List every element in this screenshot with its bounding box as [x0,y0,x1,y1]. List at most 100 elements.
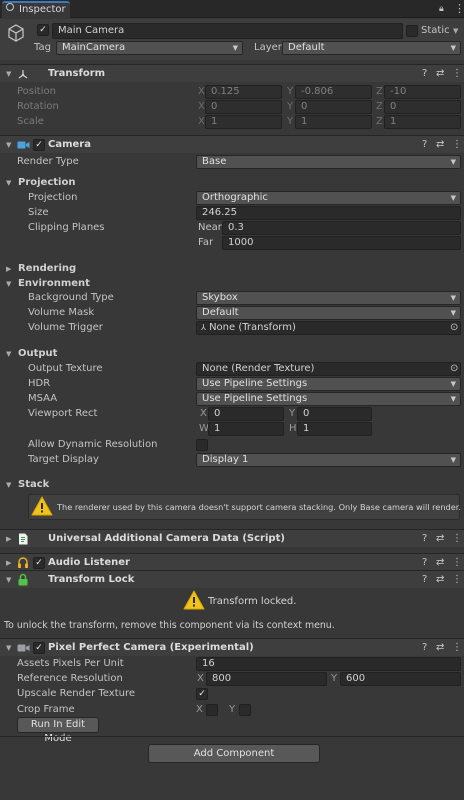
assets-ppu-value: 16 [202,658,215,669]
position-z-axis: Z [376,86,383,97]
stack-foldout-icon[interactable]: ▼ [6,478,11,492]
foldout-arrow-icon[interactable]: ▶ [6,532,11,546]
projection-section[interactable]: Projection [18,176,75,190]
component-menu-icon[interactable]: ⋮ [452,533,462,545]
pixel-camera-icon [17,644,30,652]
uacd-header[interactable]: ▶ Universal Additional Camera Data (Scri… [0,529,464,547]
foldout-arrow-icon[interactable]: ▼ [6,641,11,655]
size-field[interactable]: 246.25 [196,206,461,220]
help-icon[interactable]: ? [422,68,427,80]
component-menu-icon[interactable]: ⋮ [452,68,462,80]
camera-enabled-checkbox[interactable]: ✓ [33,139,45,151]
projection-foldout-icon[interactable]: ▼ [6,176,11,190]
position-z-field[interactable]: -10 [384,85,461,99]
lock-icon[interactable]: 🔒︎ [439,2,444,16]
rotation-z-field[interactable]: 0 [384,100,461,114]
foldout-arrow-icon[interactable]: ▼ [6,67,11,81]
output-texture-field[interactable]: None (Render Texture) [196,362,461,376]
pixel-perfect-camera-checkbox[interactable]: ✓ [33,642,45,654]
ref-x-field[interactable]: 800 [206,672,327,686]
run-in-edit-mode-button[interactable]: Run In Edit Mode [17,717,99,744]
near-field[interactable]: 0.3 [222,221,461,235]
viewport-w-field[interactable]: 1 [208,422,284,436]
transform-header[interactable]: ▼ Transform ? ⇄ ⋮ [0,64,464,82]
render-type-dropdown[interactable]: Base ▼ [196,155,461,169]
audio-listener-checkbox[interactable]: ✓ [33,557,45,569]
volume-mask-dropdown[interactable]: Default ▼ [196,306,461,320]
presets-icon[interactable]: ⇄ [436,574,444,586]
msaa-dropdown[interactable]: Use Pipeline Settings ▼ [196,392,461,406]
hdr-dropdown[interactable]: Use Pipeline Settings ▼ [196,377,461,391]
hdr-label: HDR [28,378,51,389]
object-picker-icon[interactable]: ⊙ [450,362,458,376]
projection-dropdown[interactable]: Orthographic ▼ [196,191,461,205]
help-icon[interactable]: ? [422,139,427,151]
camera-header[interactable]: ▼ ✓ Camera ? ⇄ ⋮ [0,135,464,153]
viewport-h-field[interactable]: 1 [297,422,372,436]
allow-dynamic-resolution-checkbox[interactable] [196,439,208,451]
crop-x-checkbox[interactable] [206,704,218,716]
foldout-arrow-icon[interactable]: ▼ [6,573,11,587]
presets-icon[interactable]: ⇄ [436,68,444,80]
tag-dropdown[interactable]: MainCamera ▼ [56,41,243,55]
component-menu-icon[interactable]: ⋮ [452,642,462,654]
component-menu-icon[interactable]: ⋮ [452,574,462,586]
presets-icon[interactable]: ⇄ [436,557,444,569]
assets-ppu-field[interactable]: 16 [196,657,461,671]
help-icon[interactable]: ? [422,574,427,586]
environment-section[interactable]: Environment [18,277,90,291]
chevron-down-icon: ▼ [450,294,456,302]
viewport-h-axis: H [289,423,297,434]
add-component-button[interactable]: Add Component [148,744,320,763]
upscale-render-texture-checkbox[interactable]: ✓ [196,688,208,700]
output-section[interactable]: Output [18,347,57,361]
stack-section[interactable]: Stack [18,478,49,492]
projection-value: Orthographic [202,192,268,203]
output-foldout-icon[interactable]: ▼ [6,347,11,361]
foldout-arrow-icon[interactable]: ▶ [6,556,11,570]
background-type-value: Skybox [202,292,238,303]
rotation-y-field[interactable]: 0 [295,100,372,114]
static-checkbox[interactable] [406,25,418,37]
position-x-field[interactable]: 0.125 [205,85,282,99]
audio-listener-header[interactable]: ▶ ✓ Audio Listener ? ⇄ ⋮ [0,553,464,571]
component-menu-icon[interactable]: ⋮ [452,139,462,151]
help-icon[interactable]: ? [422,642,427,654]
presets-icon[interactable]: ⇄ [436,642,444,654]
object-picker-icon[interactable]: ⊙ [450,321,458,335]
viewport-x-field[interactable]: 0 [208,407,284,421]
viewport-y-field[interactable]: 0 [297,407,372,421]
presets-icon[interactable]: ⇄ [436,139,444,151]
crop-y-checkbox[interactable] [239,704,251,716]
scale-z-field[interactable]: 1 [384,115,461,129]
foldout-arrow-icon[interactable]: ▼ [6,138,11,152]
scale-x-field[interactable]: 1 [205,115,282,129]
scale-y-field[interactable]: 1 [295,115,372,129]
viewport-h-value: 1 [303,423,310,434]
environment-foldout-icon[interactable]: ▼ [6,277,11,291]
rendering-section[interactable]: Rendering [18,262,76,276]
layer-dropdown[interactable]: Default ▼ [282,41,461,55]
help-icon[interactable]: ? [422,533,427,545]
allow-dynamic-resolution-label: Allow Dynamic Resolution [28,439,158,450]
component-menu-icon[interactable]: ⋮ [452,557,462,569]
help-icon[interactable]: ? [422,557,427,569]
ref-y-field[interactable]: 600 [340,672,461,686]
tab-inspector-label: Inspector [19,4,66,15]
background-type-dropdown[interactable]: Skybox ▼ [196,291,461,305]
target-display-dropdown[interactable]: Display 1 ▼ [196,453,461,467]
rotation-z-axis: Z [376,101,383,112]
menu-icon[interactable]: ⋮ [454,2,464,16]
presets-icon[interactable]: ⇄ [436,533,444,545]
static-dropdown-arrow[interactable]: ▼ [453,24,458,38]
object-name-field[interactable]: Main Camera [52,23,403,39]
rotation-x-field[interactable]: 0 [205,100,282,114]
object-active-checkbox[interactable]: ✓ [37,24,49,36]
position-y-field[interactable]: -0.806 [295,85,372,99]
volume-trigger-field[interactable]: ⅄ None (Transform) [196,321,461,335]
render-type-label: Render Type [17,156,79,167]
transform-lock-header[interactable]: ▼ Transform Lock ? ⇄ ⋮ [0,570,464,588]
far-field[interactable]: 1000 [222,236,461,250]
pixel-perfect-camera-header[interactable]: ▼ ✓ Pixel Perfect Camera (Experimental) … [0,638,464,656]
rendering-foldout-icon[interactable]: ▶ [6,262,11,276]
